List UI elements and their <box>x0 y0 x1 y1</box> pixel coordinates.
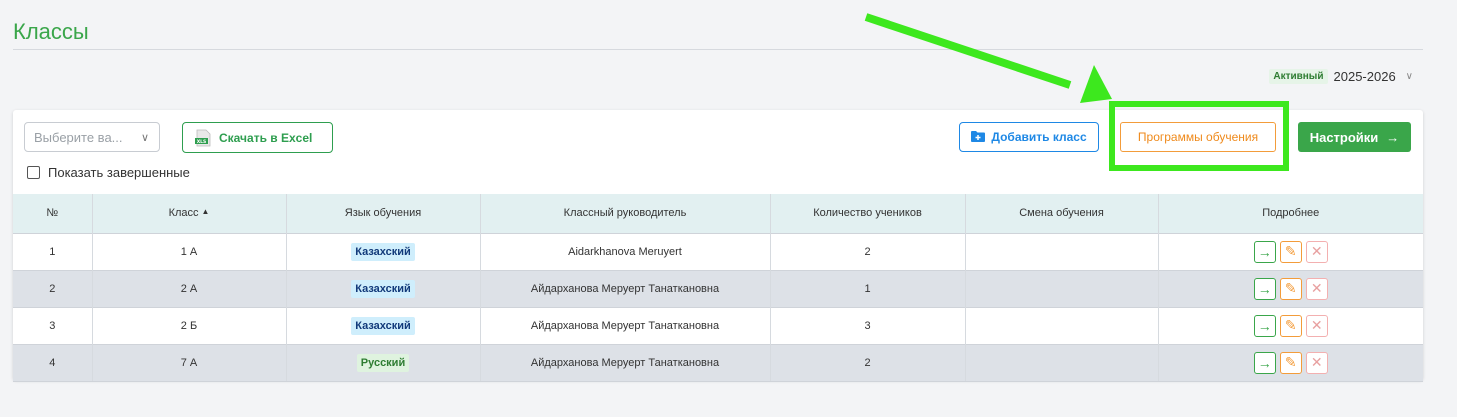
table-header-row: № Класс ▲ Язык обучения Классный руководи… <box>13 194 1423 233</box>
language-badge: Казахский <box>351 242 415 261</box>
language-badge: Русский <box>356 353 410 372</box>
cell-number: 4 <box>13 343 93 382</box>
edit-pencil-icon[interactable]: ✎ <box>1279 277 1302 300</box>
delete-x-icon[interactable]: ✕ <box>1305 277 1328 300</box>
header-details: Подробнее <box>1262 207 1320 220</box>
table-row: 3 2 Б Казахский Айдарханова Меруерт Тана… <box>13 306 1423 344</box>
cell-language: Казахский <box>286 269 481 307</box>
header-number: № <box>13 194 93 233</box>
classes-table: № Класс ▲ Язык обучения Классный руководи… <box>13 194 1423 382</box>
cell-teacher: Айдарханова Меруерт Танаткановна <box>480 343 771 382</box>
edit-pencil-icon[interactable]: ✎ <box>1279 351 1302 374</box>
cell-student-count: 1 <box>770 269 966 307</box>
cell-language: Казахский <box>286 306 481 344</box>
open-arrow-icon[interactable]: → <box>1253 314 1276 337</box>
sort-asc-icon[interactable]: ▲ <box>202 207 210 216</box>
cell-actions: → ✎ ✕ <box>1158 269 1423 307</box>
cell-class: 1 А <box>92 232 287 270</box>
cell-class: 2 А <box>92 269 287 307</box>
cell-shift <box>965 343 1159 382</box>
cell-student-count: 2 <box>770 343 966 382</box>
delete-x-icon[interactable]: ✕ <box>1305 240 1328 263</box>
cell-teacher: Айдарханова Меруерт Танаткановна <box>480 306 771 344</box>
header-language: Язык обучения <box>286 194 481 233</box>
cell-teacher: Айдарханова Меруерт Танаткановна <box>480 269 771 307</box>
cell-shift <box>965 269 1159 307</box>
cell-student-count: 3 <box>770 306 966 344</box>
cell-actions: → ✎ ✕ <box>1158 306 1423 344</box>
delete-x-icon[interactable]: ✕ <box>1305 314 1328 337</box>
table-row: 2 2 А Казахский Айдарханова Меруерт Тана… <box>13 269 1423 307</box>
delete-x-icon[interactable]: ✕ <box>1305 351 1328 374</box>
header-student-count: Количество учеников <box>770 194 966 233</box>
header-shift: Смена обучения <box>965 194 1159 233</box>
header-class-label: Класс <box>168 207 199 220</box>
cell-language: Казахский <box>286 232 481 270</box>
open-arrow-icon[interactable]: → <box>1253 351 1276 374</box>
classes-page: Классы Активный 2025-2026 ∨ Выберите ва.… <box>0 0 1457 417</box>
cell-class: 7 А <box>92 343 287 382</box>
open-arrow-icon[interactable]: → <box>1253 240 1276 263</box>
edit-pencil-icon[interactable]: ✎ <box>1279 240 1302 263</box>
cell-class: 2 Б <box>92 306 287 344</box>
cell-teacher: Aidarkhanova Meruyert <box>480 232 771 270</box>
header-teacher: Классный руководитель <box>480 194 771 233</box>
open-arrow-icon[interactable]: → <box>1253 277 1276 300</box>
cell-language: Русский <box>286 343 481 382</box>
cell-number: 3 <box>13 306 93 344</box>
cell-number: 2 <box>13 269 93 307</box>
edit-pencil-icon[interactable]: ✎ <box>1279 314 1302 337</box>
table-row: 1 1 А Казахский Aidarkhanova Meruyert 2 … <box>13 232 1423 270</box>
cell-shift <box>965 306 1159 344</box>
header-class[interactable]: Класс ▲ <box>92 194 287 233</box>
cell-actions: → ✎ ✕ <box>1158 343 1423 382</box>
cell-shift <box>965 232 1159 270</box>
cell-number: 1 <box>13 232 93 270</box>
language-badge: Казахский <box>351 279 415 298</box>
cell-student-count: 2 <box>770 232 966 270</box>
cell-actions: → ✎ ✕ <box>1158 232 1423 270</box>
table-row: 4 7 А Русский Айдарханова Меруерт Танатк… <box>13 343 1423 382</box>
language-badge: Казахский <box>351 316 415 335</box>
